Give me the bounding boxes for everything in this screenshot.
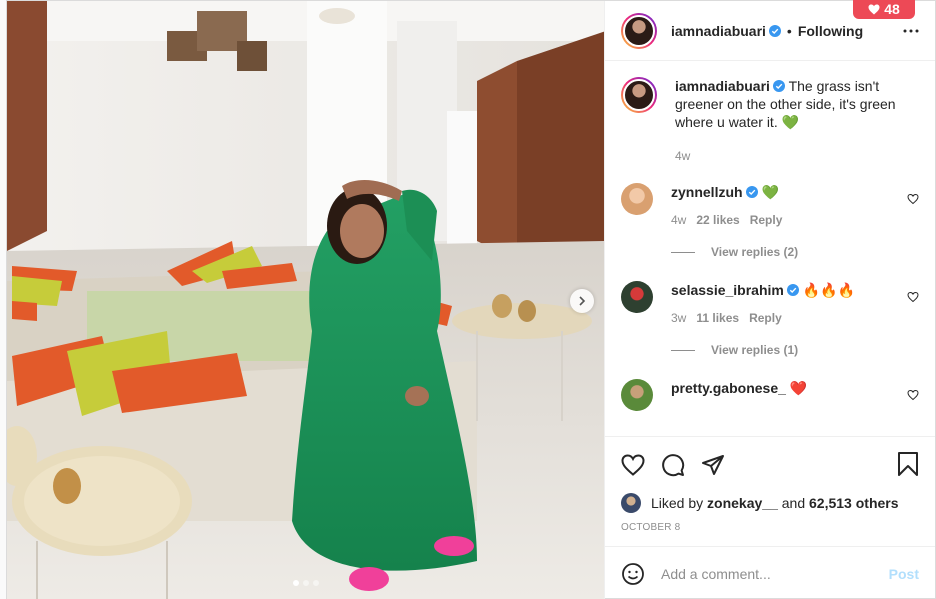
like-comment-icon[interactable] (907, 291, 919, 303)
carousel-dot (312, 580, 319, 586)
comment-text: 🔥🔥🔥 (802, 282, 856, 298)
author-avatar[interactable] (621, 12, 657, 49)
comments-list[interactable]: iamnadiabuari The grass isn't greener on… (605, 61, 935, 436)
like-comment-icon[interactable] (907, 193, 919, 205)
like-comment-icon[interactable] (907, 389, 919, 401)
comment-input[interactable] (661, 565, 873, 582)
verified-badge-icon (772, 80, 785, 92)
commenter-avatar[interactable] (621, 281, 653, 313)
author-username[interactable]: iamnadiabuari (671, 23, 766, 39)
view-replies-label: View replies (1) (711, 343, 799, 357)
comment-item: zynnellzuh 💚 4w 22 likes Reply (621, 183, 919, 229)
post-card: 48 iamnadiabuari • Following iamnadiabua… (6, 0, 936, 599)
carousel-next-button[interactable] (570, 289, 594, 313)
comment-username[interactable]: zynnellzuh (671, 184, 743, 200)
liker-avatar[interactable] (621, 493, 641, 513)
more-options-icon[interactable] (903, 23, 919, 39)
comment-icon[interactable] (661, 453, 685, 477)
comment-text: 💚 (761, 184, 779, 200)
reply-button[interactable]: Reply (749, 309, 782, 327)
carousel-indicator (7, 580, 604, 586)
emoji-icon[interactable] (621, 562, 645, 586)
commenter-avatar[interactable] (621, 183, 653, 215)
like-icon[interactable] (621, 453, 645, 476)
verified-badge-icon (786, 284, 799, 296)
likes-and: and (781, 495, 806, 511)
comment-age[interactable]: 4w (671, 211, 686, 229)
post-photo[interactable] (7, 1, 605, 599)
comment-text: ❤️ (789, 380, 808, 396)
comment-username[interactable]: pretty.gabonese_ (671, 380, 786, 396)
caption: iamnadiabuari The grass isn't greener on… (621, 77, 919, 165)
caption-username[interactable]: iamnadiabuari (675, 78, 770, 94)
likes-prefix: Liked by (651, 495, 704, 511)
post-date[interactable]: OCTOBER 8 (605, 522, 935, 546)
comment-likes[interactable]: 22 likes (696, 211, 739, 229)
post-image (7, 1, 604, 599)
likes-count[interactable]: 62,513 others (809, 495, 899, 511)
following-button[interactable]: Following (798, 23, 863, 39)
view-replies-button[interactable]: View replies (1) (671, 343, 919, 357)
action-bar (605, 436, 935, 492)
post-details: 48 iamnadiabuari • Following iamnadiabua… (605, 0, 935, 599)
carousel-dot (302, 580, 309, 586)
chevron-right-icon (579, 296, 586, 306)
comment-age[interactable]: 3w (671, 309, 686, 327)
share-icon[interactable] (701, 454, 725, 476)
comment-item: selassie_ibrahim 🔥🔥🔥 3w 11 likes Reply (621, 281, 919, 327)
view-replies-button[interactable]: View replies (2) (671, 245, 919, 259)
comment-item: pretty.gabonese_ ❤️ (621, 379, 919, 411)
liked-by-username[interactable]: zonekay__ (707, 495, 778, 511)
separator-dot: • (786, 22, 792, 39)
post-comment-button[interactable]: Post (889, 566, 919, 582)
comment-likes[interactable]: 11 likes (696, 309, 739, 327)
commenter-avatar[interactable] (621, 379, 653, 411)
post-header: iamnadiabuari • Following (605, 1, 935, 61)
author-avatar[interactable] (621, 77, 657, 113)
verified-badge-icon (768, 24, 781, 37)
likes-summary: Liked by zonekay__ and 62,513 others (605, 492, 935, 514)
save-icon[interactable] (897, 451, 919, 477)
verified-badge-icon (745, 186, 758, 198)
comment-username[interactable]: selassie_ibrahim (671, 282, 784, 298)
reply-button[interactable]: Reply (750, 211, 783, 229)
view-replies-label: View replies (2) (711, 245, 799, 259)
comment-composer: Post (605, 546, 935, 599)
carousel-dot (292, 580, 299, 586)
caption-age[interactable]: 4w (675, 147, 690, 165)
